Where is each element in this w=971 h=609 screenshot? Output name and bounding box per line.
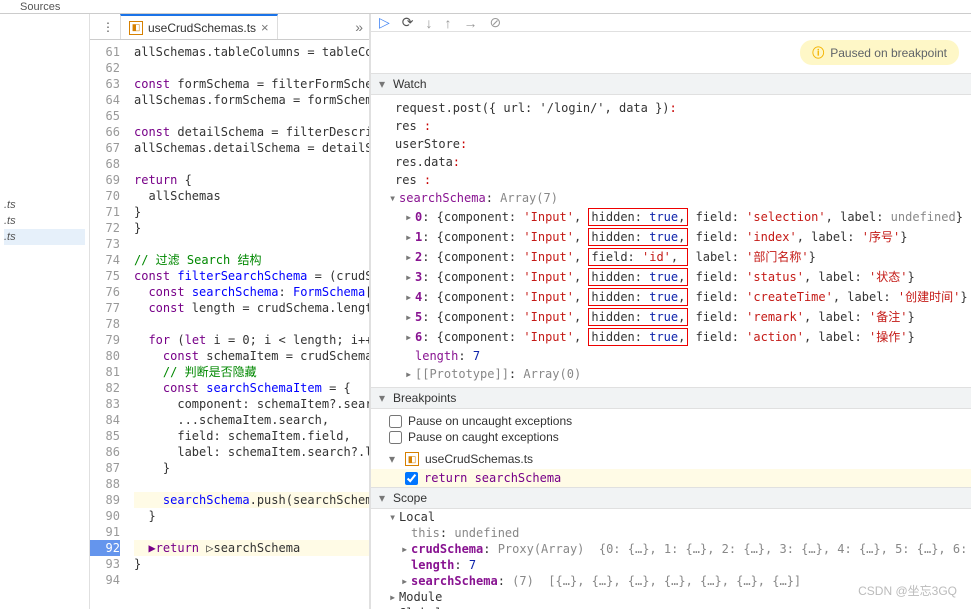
- editor-tabs: ⋮ ◧ useCrudSchemas.ts × »: [90, 14, 369, 40]
- step-into-icon[interactable]: ↓: [426, 15, 433, 31]
- tab-sources[interactable]: Sources: [20, 1, 60, 13]
- chevron-down-icon: ▾: [379, 491, 389, 505]
- file-item[interactable]: .ts: [4, 229, 85, 245]
- watch-item[interactable]: userStore:: [371, 135, 971, 153]
- file-tab-label: useCrudSchemas.ts: [148, 21, 256, 35]
- file-item[interactable]: .ts: [4, 197, 85, 213]
- array-row[interactable]: ▸0: {component: 'Input', hidden: true, f…: [371, 207, 971, 227]
- breakpoint-line[interactable]: return searchSchema: [371, 469, 971, 487]
- file-item[interactable]: .ts: [4, 213, 85, 229]
- array-row[interactable]: ▸4: {component: 'Input', hidden: true, f…: [371, 287, 971, 307]
- watch-body: request.post({ url: '/login/', data }): …: [371, 95, 971, 387]
- watch-item[interactable]: request.post({ url: '/login/', data }):: [371, 99, 971, 117]
- close-icon[interactable]: ×: [261, 20, 269, 35]
- open-files: .ts .ts .ts: [0, 195, 89, 247]
- watch-header[interactable]: ▾ Watch: [371, 73, 971, 95]
- array-row[interactable]: ▸1: {component: 'Input', hidden: true, f…: [371, 227, 971, 247]
- info-icon: ⓘ: [812, 44, 824, 61]
- breakpoints-body: Pause on uncaught exceptions Pause on ca…: [371, 409, 971, 449]
- debugger-toolbar: ▷ ⟳ ↓ ↑ → ⊘: [371, 14, 971, 32]
- step-out-icon[interactable]: ↑: [445, 15, 452, 31]
- scope-length: length: 7: [371, 557, 971, 573]
- caught-checkbox[interactable]: Pause on caught exceptions: [389, 429, 953, 445]
- array-row[interactable]: ▸5: {component: 'Input', hidden: true, f…: [371, 307, 971, 327]
- more-icon[interactable]: ⋮: [96, 20, 120, 34]
- file-tab[interactable]: ◧ useCrudSchemas.ts ×: [120, 14, 278, 39]
- deactivate-icon[interactable]: ⊘: [490, 14, 502, 31]
- resume-icon[interactable]: ▷: [379, 14, 390, 31]
- code-editor[interactable]: 6162636465666768697071727374757677787980…: [90, 40, 369, 609]
- breakpoint-file[interactable]: ▾ ◧ useCrudSchemas.ts: [371, 449, 971, 469]
- editor-panel: ⋮ ◧ useCrudSchemas.ts × » 61626364656667…: [90, 14, 370, 609]
- array-row[interactable]: ▸2: {component: 'Input', field: 'id', la…: [371, 247, 971, 267]
- paused-badge: ⓘ Paused on breakpoint: [800, 40, 959, 65]
- ts-file-icon: ◧: [129, 21, 143, 35]
- step-over-icon[interactable]: ⟳: [402, 14, 414, 31]
- array-row[interactable]: ▸6: {component: 'Input', hidden: true, f…: [371, 327, 971, 347]
- watch-item[interactable]: res :: [371, 171, 971, 189]
- array-row[interactable]: ▸3: {component: 'Input', hidden: true, f…: [371, 267, 971, 287]
- chevrons-icon[interactable]: »: [355, 19, 363, 35]
- chevron-down-icon: ▾: [379, 391, 389, 405]
- bp-checkbox[interactable]: [405, 472, 418, 485]
- scope-global[interactable]: ▸Global: [371, 605, 971, 609]
- top-tabs: Sources: [0, 0, 971, 14]
- ts-file-icon: ◧: [405, 452, 419, 466]
- watch-item[interactable]: res :: [371, 117, 971, 135]
- scope-crud[interactable]: ▸crudSchema: Proxy(Array) {0: {…}, 1: {……: [371, 541, 971, 557]
- prototype-prop[interactable]: ▸[[Prototype]]: Array(0): [371, 365, 971, 383]
- length-prop: length: 7: [371, 347, 971, 365]
- scope-this: this: undefined: [371, 525, 971, 541]
- scope-header[interactable]: ▾ Scope: [371, 487, 971, 509]
- watch-item[interactable]: res.data:: [371, 153, 971, 171]
- debugger-panel: ▷ ⟳ ↓ ↑ → ⊘ ⓘ Paused on breakpoint ▾ Wat…: [370, 14, 971, 609]
- watch-array[interactable]: ▾searchSchema: Array(7): [371, 189, 971, 207]
- breakpoints-header[interactable]: ▾ Breakpoints: [371, 387, 971, 409]
- left-sidebar: .ts .ts .ts: [0, 14, 90, 609]
- scope-local[interactable]: ▾Local: [371, 509, 971, 525]
- chevron-down-icon: ▾: [379, 77, 389, 91]
- watermark: CSDN @坐忘3GQ: [858, 582, 957, 599]
- step-icon[interactable]: →: [464, 15, 478, 31]
- uncaught-checkbox[interactable]: Pause on uncaught exceptions: [389, 413, 953, 429]
